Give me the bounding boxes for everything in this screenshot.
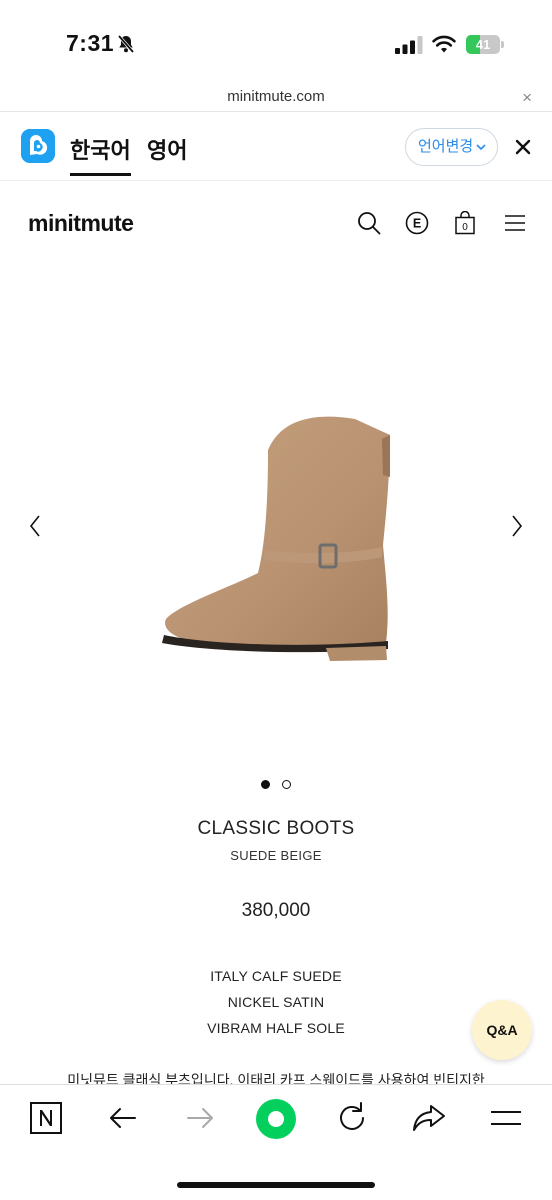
tab-korean[interactable]: 한국어 (70, 133, 131, 176)
product-color: SUEDE BEIGE (230, 848, 322, 863)
url-close-icon[interactable]: × (522, 88, 532, 108)
chevron-right-icon[interactable] (510, 514, 524, 538)
change-language-label: 언어변경 (418, 138, 474, 155)
product-description: 미닛뮤트 클래식 부츠입니다. 이태리 카프 스웨이드를 사용하여 빈티지한 (67, 1072, 485, 1084)
status-time: 7:31 (66, 30, 115, 56)
reload-icon[interactable] (334, 1100, 370, 1136)
bell-slash-icon (117, 34, 135, 54)
product-title: CLASSIC BOOTS (197, 818, 355, 839)
menu-icon[interactable] (503, 211, 527, 235)
battery-level: 41 (475, 37, 491, 52)
site-header: minitmute E 0 (0, 182, 552, 266)
papago-logo-icon (21, 129, 55, 163)
search-icon[interactable] (357, 211, 381, 235)
spec-line: VIBRAM HALF SOLE (207, 1020, 345, 1036)
qa-button[interactable]: Q&A (472, 1000, 532, 1060)
e-icon[interactable]: E (405, 211, 429, 235)
url-text[interactable]: minitmute.com (0, 88, 552, 105)
forward-arrow-icon (187, 1108, 213, 1128)
status-bar: 7:31 41 (0, 0, 552, 84)
bag-icon[interactable]: 0 (453, 211, 477, 235)
close-icon[interactable] (514, 138, 532, 156)
change-language-button[interactable]: 언어변경 (405, 128, 498, 166)
share-icon[interactable] (411, 1100, 447, 1136)
cart-count: 0 (462, 222, 468, 233)
svg-text:E: E (413, 217, 421, 231)
site-logo[interactable]: minitmute (28, 210, 134, 237)
wifi-icon (432, 35, 456, 53)
signal-icon (395, 36, 423, 54)
carousel-dot-active[interactable] (260, 780, 270, 789)
menu-lines-icon[interactable] (488, 1100, 524, 1136)
translate-bar: 한국어 영어 언어변경 (0, 113, 552, 181)
n-home-icon[interactable] (28, 1100, 64, 1136)
chevron-left-icon[interactable] (28, 514, 42, 538)
spec-line: NICKEL SATIN (227, 994, 325, 1010)
battery-icon: 41 (466, 35, 504, 54)
chevron-down-icon (476, 144, 486, 151)
green-dot-icon[interactable] (256, 1099, 296, 1139)
tab-english[interactable]: 영어 (147, 133, 187, 165)
url-bar[interactable]: minitmute.com × (0, 84, 552, 112)
back-arrow-icon[interactable] (105, 1100, 141, 1136)
carousel-dot[interactable] (282, 780, 292, 789)
product-image[interactable] (150, 405, 400, 665)
product-price: 380,000 (241, 900, 311, 921)
spec-line: ITALY CALF SUEDE (210, 968, 342, 984)
carousel-indicator (0, 776, 552, 789)
home-indicator (177, 1182, 375, 1188)
